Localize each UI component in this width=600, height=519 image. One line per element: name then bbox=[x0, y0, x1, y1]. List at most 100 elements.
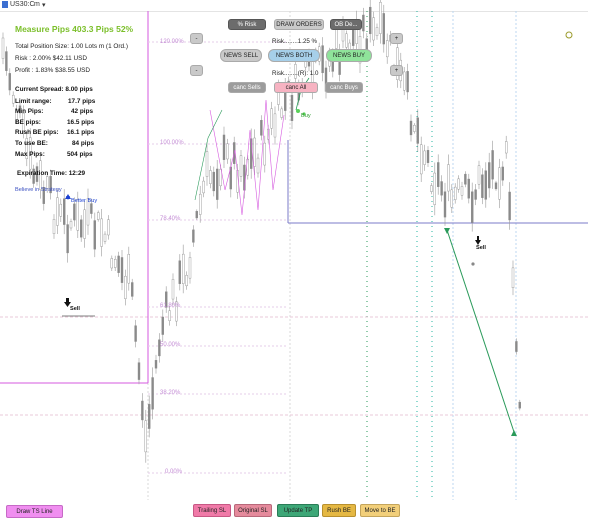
rush-be-pips-label: Rush BE pips: bbox=[15, 129, 59, 136]
candle-body bbox=[212, 171, 216, 192]
candle-body bbox=[454, 186, 457, 200]
better-buy-label: Better Buy bbox=[71, 198, 98, 204]
candle-body bbox=[403, 71, 406, 91]
limit-range-value: 17.7 pips bbox=[68, 98, 96, 105]
candle-body bbox=[144, 420, 148, 453]
candle-body bbox=[1, 37, 5, 59]
ob-de-button[interactable]: OB De... bbox=[330, 19, 362, 30]
candle-body bbox=[423, 150, 426, 165]
candle-body bbox=[433, 172, 436, 205]
candle-body bbox=[124, 275, 127, 299]
news-buy-button[interactable]: NEWS BUY bbox=[326, 49, 372, 62]
sell-label-left: Sell bbox=[70, 306, 80, 312]
candle-body bbox=[457, 178, 460, 190]
risk-r-minus-button[interactable]: - bbox=[190, 65, 203, 76]
candle-body bbox=[73, 203, 76, 221]
candle-body bbox=[273, 113, 277, 138]
canc-all-button[interactable]: canc All bbox=[274, 82, 318, 93]
trailing-sl-button[interactable]: Trailing SL bbox=[193, 504, 231, 517]
canc-buys-button[interactable]: canc Buys bbox=[325, 82, 363, 93]
max-pips-value: 504 pips bbox=[67, 151, 93, 158]
news-both-button[interactable]: NEWS BOTH bbox=[268, 49, 320, 62]
candle-body bbox=[5, 51, 8, 71]
candle-body bbox=[481, 174, 484, 198]
pct-risk-button[interactable]: % Risk bbox=[228, 19, 266, 30]
candle-body bbox=[202, 180, 205, 194]
tp-trend-line[interactable] bbox=[446, 229, 515, 433]
candle-body bbox=[178, 260, 182, 284]
canc-sells-button[interactable]: canc Sells bbox=[228, 82, 266, 93]
fib-label-61: 61.80% bbox=[160, 303, 181, 309]
fib-label-50: 50.00% bbox=[160, 342, 181, 348]
candle-body bbox=[222, 134, 226, 160]
candle-body bbox=[460, 186, 464, 196]
candle-body bbox=[161, 316, 165, 335]
candle-body bbox=[141, 400, 144, 421]
price-chart[interactable] bbox=[0, 0, 600, 518]
rush-be-pips-value: 16.1 pips bbox=[67, 129, 95, 136]
candle-body bbox=[484, 170, 487, 200]
candle-body bbox=[134, 325, 137, 342]
buy-dot-icon bbox=[296, 109, 300, 113]
buy-label-green: Buy bbox=[301, 113, 311, 119]
candle-body bbox=[488, 162, 491, 189]
candle-body bbox=[382, 13, 385, 45]
rush-be-button[interactable]: Rush BE bbox=[322, 504, 356, 517]
candle-body bbox=[471, 191, 474, 223]
candle-body bbox=[79, 219, 83, 238]
candle-body bbox=[168, 310, 171, 321]
candle-body bbox=[321, 45, 324, 74]
candle-body bbox=[192, 229, 195, 243]
candle-body bbox=[498, 167, 501, 200]
risk-plus-button[interactable]: + bbox=[390, 33, 403, 44]
to-use-be-label: To use BE: bbox=[15, 140, 48, 147]
sell-label-right: Sell bbox=[476, 245, 486, 251]
candle-body bbox=[56, 197, 59, 226]
move-to-be-button[interactable]: Move to BE bbox=[360, 504, 400, 517]
candle-body bbox=[195, 211, 199, 219]
candle-body bbox=[416, 117, 419, 144]
candle-body bbox=[253, 137, 256, 167]
arrow-down-icon bbox=[444, 228, 450, 234]
candle-body bbox=[467, 178, 470, 199]
limit-range-label: Limit range: bbox=[15, 98, 52, 105]
candle-body bbox=[185, 274, 188, 287]
target-circle-icon[interactable] bbox=[565, 31, 573, 39]
original-sl-button[interactable]: Original SL bbox=[234, 504, 272, 517]
candle-body bbox=[508, 191, 511, 221]
candle-body bbox=[154, 360, 158, 369]
draw-orders-button[interactable]: DRAW ORDERS bbox=[274, 19, 324, 30]
candle-body bbox=[66, 224, 69, 254]
measure-pips-title: Measure Pips 403.3 Pips 52% bbox=[15, 24, 134, 34]
candle-body bbox=[430, 185, 433, 192]
fib-label-0: 0.00% bbox=[165, 469, 183, 475]
candle-body bbox=[110, 258, 114, 269]
draw-ts-line-button[interactable]: Draw TS Line bbox=[6, 505, 63, 518]
position-size-text: Total Position Size: 1.00 Lots m (1 Ord.… bbox=[15, 43, 128, 50]
fib-label-120: 120.00% bbox=[160, 39, 184, 45]
swing-line bbox=[209, 99, 285, 216]
candle-body bbox=[511, 267, 515, 289]
min-pips-label: Min Pips: bbox=[15, 108, 44, 115]
news-sell-button[interactable]: NEWS SELL bbox=[220, 49, 262, 62]
candle-body bbox=[426, 150, 430, 163]
candle-body bbox=[474, 189, 477, 200]
candle-body bbox=[100, 218, 103, 247]
candle-body bbox=[440, 181, 443, 196]
candle-body bbox=[93, 220, 97, 250]
candle-body bbox=[59, 203, 62, 217]
candle-body bbox=[369, 6, 372, 35]
risk-minus-button[interactable]: - bbox=[190, 33, 203, 44]
candle-body bbox=[386, 40, 389, 58]
candle-body bbox=[171, 279, 175, 300]
candle-body bbox=[76, 199, 80, 231]
update-tp-button[interactable]: Update TP bbox=[277, 504, 319, 517]
fib-label-78: 78.40% bbox=[160, 216, 181, 222]
risk-r-plus-button[interactable]: + bbox=[390, 65, 403, 76]
sell-arrow-icon bbox=[66, 298, 69, 303]
candle-body bbox=[515, 341, 518, 352]
candle-body bbox=[505, 141, 508, 154]
candle-body bbox=[406, 71, 409, 93]
candle-body bbox=[83, 209, 86, 239]
candle-body bbox=[96, 212, 100, 220]
